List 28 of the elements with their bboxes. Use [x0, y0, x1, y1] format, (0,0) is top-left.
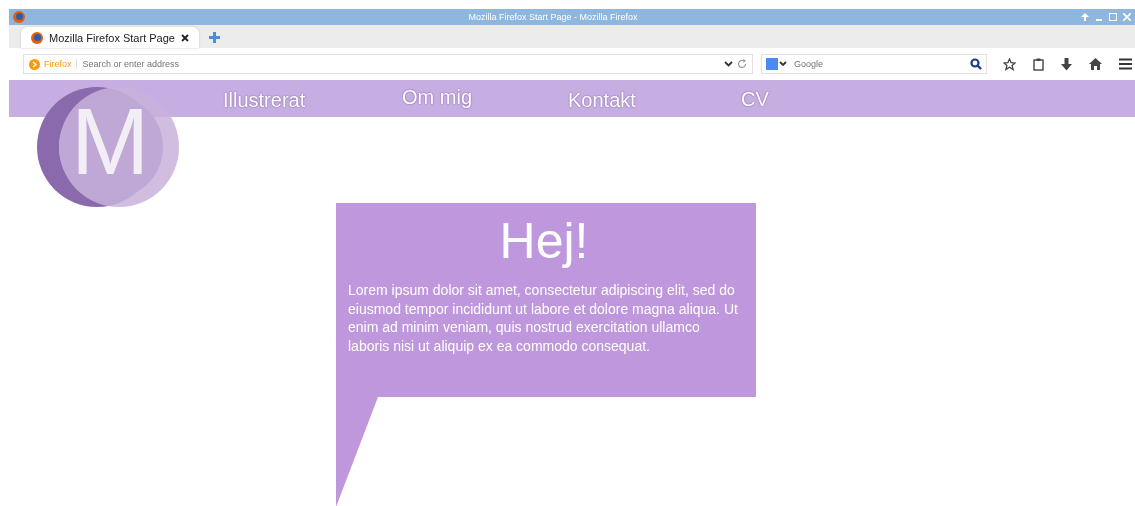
- star-icon[interactable]: [1003, 57, 1016, 71]
- menu-icon[interactable]: [1119, 58, 1132, 70]
- tab-title: Mozilla Firefox Start Page: [49, 31, 175, 44]
- close-icon[interactable]: [180, 33, 189, 42]
- reload-icon[interactable]: [737, 59, 747, 69]
- home-icon[interactable]: [1089, 58, 1102, 70]
- identity-label: Firefox: [44, 59, 77, 69]
- logo-letter: M: [71, 95, 150, 189]
- nav-link[interactable]: CV: [741, 88, 769, 111]
- nav-link[interactable]: Illustrerat: [223, 89, 306, 112]
- nav-link[interactable]: Om mig: [402, 86, 472, 109]
- nav-link[interactable]: Kontakt: [568, 89, 636, 112]
- window-title: Mozilla Firefox Start Page - Mozilla Firefox: [467, 12, 639, 22]
- search-engine-icon[interactable]: [766, 58, 788, 70]
- address-bar[interactable]: Firefox Search or enter address: [23, 54, 753, 74]
- browser-logo-icon: [31, 31, 43, 44]
- search-bar[interactable]: Google: [761, 54, 987, 74]
- search-icon[interactable]: [970, 58, 982, 70]
- search-field[interactable]: Google: [792, 58, 966, 70]
- browser-tab[interactable]: Mozilla Firefox Start Page: [21, 27, 199, 48]
- body-text: Lorem ipsum dolor sit amet, consectetur adipiscing elit, sed do eiusmod tempor incididunt ut labore et dolore magna aliqua. Ut enim ad minim veniam, quis nostrud exercitation ullamco laboris nisi ut aliquip ex ea commodo consequat.: [348, 281, 739, 355]
- heading: Hej!: [498, 213, 590, 269]
- browser-logo-icon: [13, 11, 25, 23]
- download-icon[interactable]: [1061, 57, 1072, 71]
- dropdown-icon[interactable]: [724, 61, 733, 67]
- address-field[interactable]: Search or enter address: [80, 58, 720, 70]
- new-tab-icon[interactable]: [208, 32, 220, 43]
- clipboard-icon[interactable]: [1033, 57, 1044, 71]
